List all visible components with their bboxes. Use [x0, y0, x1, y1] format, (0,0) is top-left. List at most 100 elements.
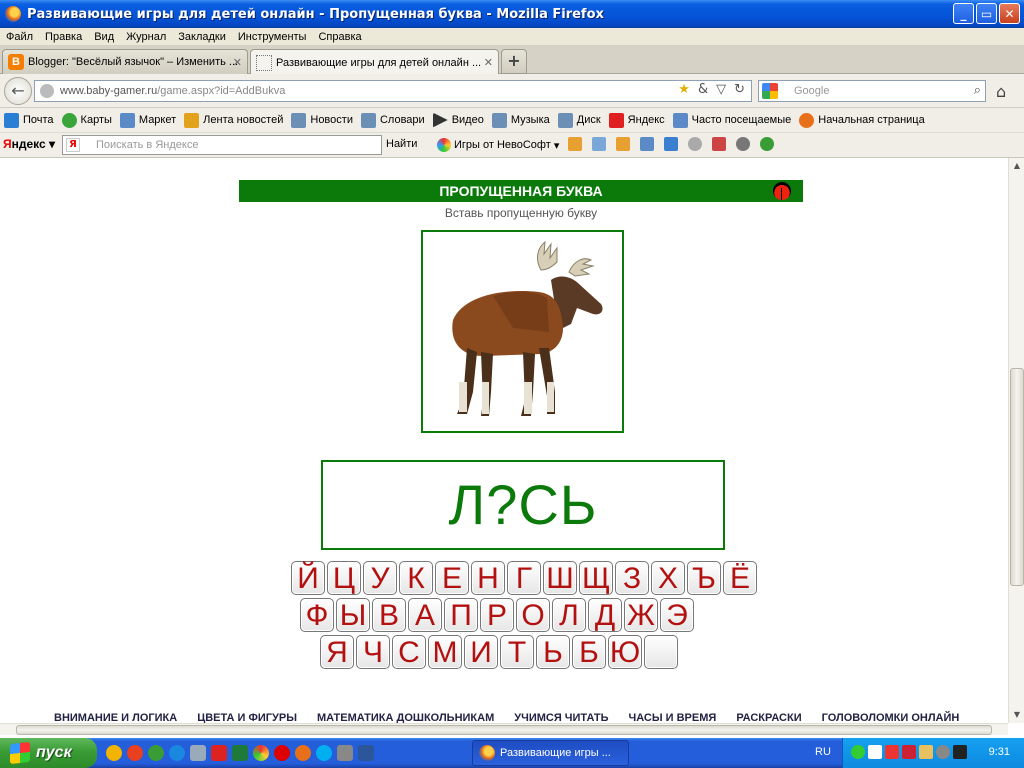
link-colors-shapes[interactable]: ЦВЕТА И ФИГУРЫ — [197, 712, 297, 723]
reload-icon[interactable]: ↻ — [734, 82, 745, 97]
google-icon[interactable] — [762, 83, 778, 99]
letter-key[interactable]: Й — [291, 561, 325, 595]
new-tab-button[interactable]: + — [501, 49, 527, 74]
yandex-find-button[interactable]: Найти — [386, 138, 417, 150]
bookmark-home-page[interactable]: Начальная страница — [799, 112, 925, 128]
letter-key[interactable]: Х — [651, 561, 685, 595]
letter-key[interactable]: Ё — [723, 561, 757, 595]
translate-icon[interactable] — [640, 137, 654, 151]
bookmark-news-feed[interactable]: Лента новостей — [184, 112, 283, 128]
tray-icon[interactable] — [919, 745, 933, 759]
color-icon[interactable] — [712, 137, 726, 151]
bookmark-star-icon[interactable]: ★ — [678, 82, 690, 97]
translate-icon[interactable]: & — [698, 82, 708, 97]
chat-icon[interactable] — [688, 137, 702, 151]
link-clock-time[interactable]: ЧАСЫ И ВРЕМЯ — [628, 712, 716, 723]
volume-icon[interactable] — [936, 745, 950, 759]
desktop-icon[interactable] — [190, 745, 206, 761]
search-bar[interactable]: Google ⌕ — [758, 80, 986, 102]
menu-edit[interactable]: Правка — [39, 31, 88, 43]
letter-key[interactable]: Э — [660, 598, 694, 632]
menu-tools[interactable]: Инструменты — [232, 31, 313, 43]
letter-key[interactable]: Ф — [300, 598, 334, 632]
letter-key[interactable]: Ш — [543, 561, 577, 595]
opera-icon[interactable] — [274, 745, 290, 761]
letter-key[interactable]: Ж — [624, 598, 658, 632]
tab-close-icon[interactable]: ✕ — [484, 56, 493, 69]
letter-key[interactable]: А — [408, 598, 442, 632]
tray-icon[interactable] — [902, 745, 916, 759]
maximize-button[interactable]: ▭ — [976, 3, 997, 24]
scroll-up-icon[interactable]: ▲ — [1009, 158, 1024, 174]
network-icon[interactable] — [953, 745, 967, 759]
letter-key[interactable]: Д — [588, 598, 622, 632]
letter-key[interactable]: Б — [572, 635, 606, 669]
letter-key[interactable]: Г — [507, 561, 541, 595]
search-icon[interactable]: ⌕ — [974, 83, 981, 98]
tool-icon[interactable] — [568, 137, 582, 151]
bookmark-dictionaries[interactable]: Словари — [360, 112, 425, 128]
app-icon[interactable] — [211, 745, 227, 761]
scroll-thumb[interactable] — [1010, 368, 1024, 586]
letter-key[interactable]: Л — [552, 598, 586, 632]
bookmark-maps[interactable]: Карты — [61, 112, 112, 128]
share-icon[interactable] — [664, 137, 678, 151]
yandex-search-input[interactable]: Я Поискать в Яндексе — [62, 135, 382, 155]
letter-key[interactable]: М — [428, 635, 462, 669]
gear-icon[interactable] — [736, 137, 750, 151]
close-button[interactable]: ✕ — [999, 3, 1020, 24]
url-bar[interactable]: www.baby-gamer.ru/game.aspx?id=AddBukva … — [34, 80, 752, 102]
letter-key[interactable]: К — [399, 561, 433, 595]
link-attention-logic[interactable]: ВНИМАНИЕ И ЛОГИКА — [54, 712, 177, 723]
letter-key[interactable]: Щ — [579, 561, 613, 595]
ie-icon[interactable] — [169, 745, 185, 761]
app-icon[interactable] — [106, 745, 122, 761]
tab-close-icon[interactable]: ✕ — [233, 56, 242, 69]
language-indicator[interactable]: RU — [815, 746, 831, 758]
bookmark-video[interactable]: Видео — [432, 112, 484, 128]
letter-key[interactable]: В — [372, 598, 406, 632]
link-coloring[interactable]: РАСКРАСКИ — [736, 712, 801, 723]
excel-icon[interactable] — [232, 745, 248, 761]
taskbar-firefox-window[interactable]: Развивающие игры ... — [472, 740, 629, 766]
back-button[interactable]: ← — [4, 77, 32, 105]
letter-key[interactable]: У — [363, 561, 397, 595]
app-icon[interactable] — [127, 745, 143, 761]
letter-key[interactable]: Я — [320, 635, 354, 669]
letter-key[interactable]: Ю — [608, 635, 642, 669]
letter-key[interactable]: Ъ — [687, 561, 721, 595]
link-preschool-math[interactable]: МАТЕМАТИКА ДОШКОЛЬНИКАМ — [317, 712, 494, 723]
tab-blogger[interactable]: B Blogger: "Весёлый язычок" – Изменить .… — [2, 49, 248, 74]
letter-key[interactable]: П — [444, 598, 478, 632]
word-icon[interactable] — [358, 745, 374, 761]
bookmark-mail[interactable]: Почта — [4, 112, 54, 128]
scroll-down-icon[interactable]: ▼ — [1009, 707, 1024, 723]
home-button[interactable]: ⌂ — [996, 82, 1006, 101]
letter-key[interactable]: Н — [471, 561, 505, 595]
letter-key[interactable]: Т — [500, 635, 534, 669]
nevosoft-games-button[interactable]: Игры от НевоСофт ▾ — [437, 138, 559, 152]
bookmark-news[interactable]: Новости — [291, 112, 353, 128]
scroll-thumb[interactable] — [16, 725, 992, 735]
key-icon[interactable] — [760, 137, 774, 151]
bookmark-music[interactable]: Музыка — [491, 112, 550, 128]
skype-icon[interactable] — [316, 745, 332, 761]
mail-icon[interactable] — [592, 137, 606, 151]
letter-key[interactable]: И — [464, 635, 498, 669]
tray-icon[interactable] — [851, 745, 865, 759]
menu-file[interactable]: Файл — [0, 31, 39, 43]
tool-icon[interactable] — [616, 137, 630, 151]
link-puzzles[interactable]: ГОЛОВОЛОМКИ ОНЛАЙН — [822, 712, 960, 723]
firefox-icon[interactable] — [295, 745, 311, 761]
yandex-logo[interactable]: Яндекс ▾ — [3, 137, 55, 151]
letter-key[interactable]: Ы — [336, 598, 370, 632]
letter-key[interactable]: О — [516, 598, 550, 632]
search-input[interactable]: Google — [794, 85, 829, 97]
letter-key[interactable]: Р — [480, 598, 514, 632]
bookmark-market[interactable]: Маркет — [119, 112, 176, 128]
letter-key[interactable]: С — [392, 635, 426, 669]
minimize-button[interactable]: _ — [953, 3, 974, 24]
letter-key[interactable]: Ц — [327, 561, 361, 595]
letter-key[interactable]: З — [615, 561, 649, 595]
app-icon[interactable] — [337, 745, 353, 761]
